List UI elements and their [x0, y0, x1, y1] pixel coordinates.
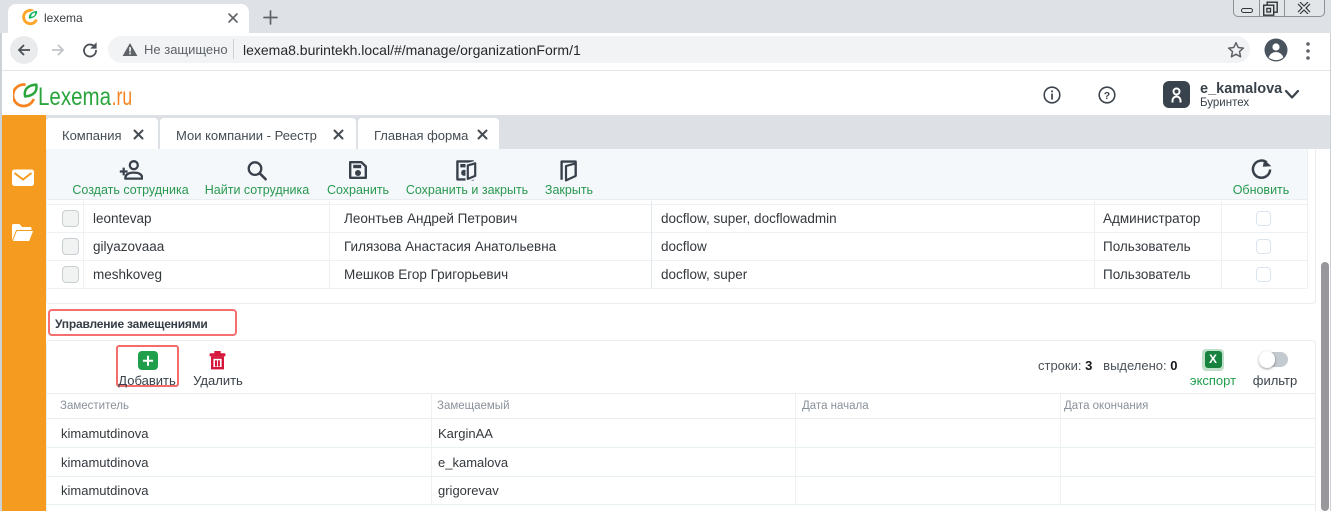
svg-text:?: ?	[1104, 90, 1110, 102]
svg-text:.ru: .ru	[112, 83, 133, 109]
svg-text:Lexema: Lexema	[38, 83, 111, 109]
